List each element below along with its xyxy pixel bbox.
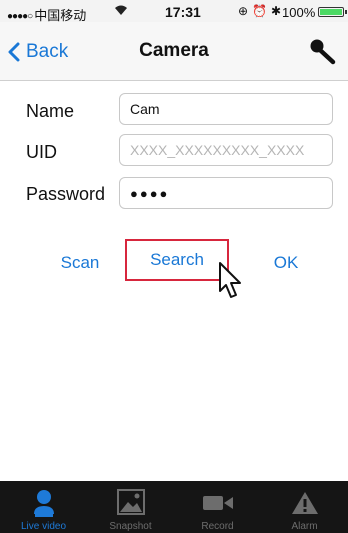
person-icon [0,488,87,518]
search-icon[interactable] [306,36,338,68]
password-field[interactable]: ●●●● [119,177,333,209]
signal-icon: ●●●●○ [7,11,33,22]
navigation-bar: Back Camera [0,22,348,81]
tab-bar: Live video Snapshot Record Alarm [0,481,348,533]
name-field[interactable] [119,93,333,125]
wifi-icon [114,5,128,19]
video-camera-icon [174,494,261,512]
warning-icon [261,490,348,516]
carrier-name: 中国移动 [34,8,87,23]
ok-button[interactable]: OK [268,253,304,273]
tab-alarm[interactable]: Alarm [261,481,348,533]
battery-icon [318,7,347,17]
status-time: 17:31 [165,4,201,20]
password-mask: ●●●● [130,185,170,201]
uid-field[interactable] [119,134,333,166]
tab-live-video[interactable]: Live video [0,481,87,533]
tab-label: Record [201,521,234,532]
tab-label: Live video [20,521,67,532]
tab-record[interactable]: Record [174,481,261,533]
system-icons: ⊕⏰✱ [238,4,285,18]
uid-label: UID [26,142,57,162]
image-icon [87,488,174,516]
scan-button[interactable]: Scan [58,253,102,273]
search-button-label: Search [150,250,204,269]
battery-percentage: 100% [282,5,316,20]
mouse-cursor-icon [219,262,241,298]
password-label: Password [26,184,106,204]
tab-label: Alarm [291,521,318,532]
name-label: Name [26,101,75,121]
alarm-clock-icon: ⏰ [252,4,272,18]
search-button[interactable]: Search [125,239,229,281]
tab-label: Snapshot [109,521,152,532]
status-bar: ●●●●○ 中国移动 17:31 ⊕⏰✱ 100% [0,0,348,23]
page-title: Camera [139,40,209,61]
rotation-lock-icon: ⊕ [238,4,253,18]
tab-snapshot[interactable]: Snapshot [87,481,174,533]
